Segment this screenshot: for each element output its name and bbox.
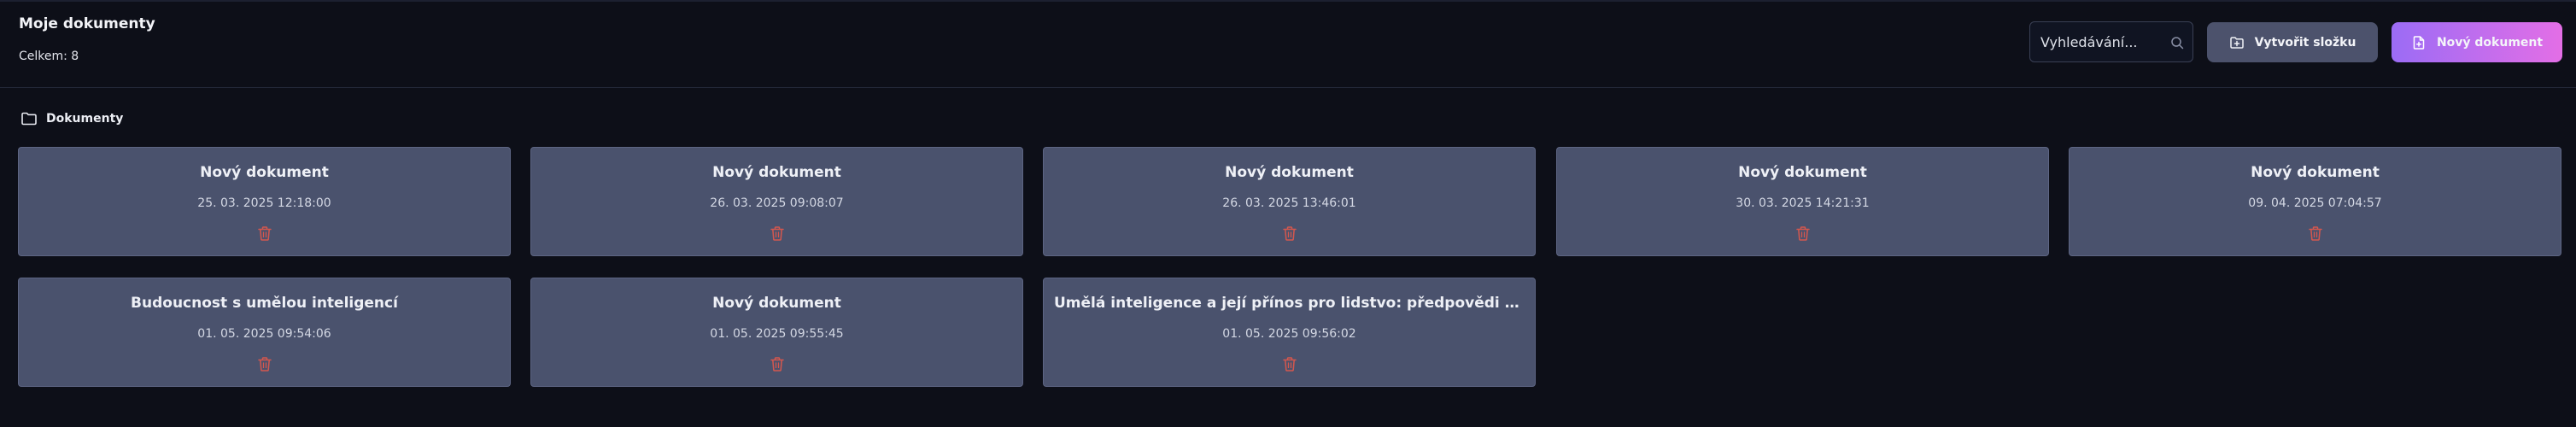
trash-icon[interactable] (770, 225, 785, 242)
document-date: 09. 04. 2025 07:04:57 (2248, 196, 2382, 210)
trash-icon[interactable] (770, 356, 785, 372)
search-input[interactable]: Vyhledávání... (2040, 34, 2167, 50)
document-date: 26. 03. 2025 13:46:01 (1222, 196, 1356, 210)
trash-icon[interactable] (257, 225, 272, 242)
document-date: 26. 03. 2025 09:08:07 (710, 196, 844, 210)
trash-icon[interactable] (1282, 356, 1297, 372)
document-title: Nový dokument (2251, 164, 2380, 181)
new-document-label: Nový dokument (2436, 35, 2544, 50)
document-date: 01. 05. 2025 09:55:45 (710, 327, 844, 341)
document-card[interactable]: Nový dokument 26. 03. 2025 13:46:01 (1043, 147, 1536, 256)
document-date: 01. 05. 2025 09:54:06 (197, 327, 331, 341)
new-document-button[interactable]: Nový dokument (2392, 22, 2562, 62)
document-card[interactable]: Nový dokument 26. 03. 2025 09:08:07 (530, 147, 1023, 256)
file-plus-icon (2413, 35, 2425, 50)
document-card[interactable]: Nový dokument 25. 03. 2025 12:18:00 (18, 147, 511, 256)
folder-plus-icon (2229, 36, 2244, 49)
trash-icon[interactable] (2308, 225, 2323, 242)
search-box[interactable]: Vyhledávání... (2029, 21, 2193, 62)
document-title: Nový dokument (1738, 164, 1867, 181)
create-folder-button[interactable]: Vytvořit složku (2207, 22, 2378, 62)
document-title: Nový dokument (1225, 164, 1354, 181)
document-card[interactable]: Umělá inteligence a její přínos pro lids… (1043, 278, 1536, 387)
document-card[interactable]: Nový dokument 30. 03. 2025 14:21:31 (1556, 147, 2049, 256)
breadcrumb-documents[interactable]: Dokumenty (46, 112, 123, 126)
document-date: 01. 05. 2025 09:56:02 (1222, 327, 1356, 341)
trash-icon[interactable] (1795, 225, 1811, 242)
document-card[interactable]: Nový dokument 09. 04. 2025 07:04:57 (2069, 147, 2561, 256)
search-icon[interactable] (2170, 36, 2184, 50)
document-title: Umělá inteligence a její přínos pro lids… (1054, 295, 1525, 312)
trash-icon[interactable] (257, 356, 272, 372)
document-card[interactable]: Budoucnost s umělou inteligencí 01. 05. … (18, 278, 511, 387)
trash-icon[interactable] (1282, 225, 1297, 242)
breadcrumb[interactable]: Dokumenty (20, 111, 123, 126)
header: Moje dokumenty Celkem: 8 Vyhledávání... … (0, 2, 2576, 87)
header-divider (0, 87, 2576, 88)
document-title: Budoucnost s umělou inteligencí (131, 295, 398, 312)
document-date: 25. 03. 2025 12:18:00 (197, 196, 331, 210)
create-folder-label: Vytvořit složku (2254, 35, 2356, 50)
document-card[interactable]: Nový dokument 01. 05. 2025 09:55:45 (530, 278, 1023, 387)
document-count: Celkem: 8 (19, 50, 79, 63)
app: Moje dokumenty Celkem: 8 Vyhledávání... … (0, 0, 2576, 427)
document-date: 30. 03. 2025 14:21:31 (1736, 196, 1870, 210)
folder-icon (21, 112, 37, 126)
page-title: Moje dokumenty (19, 15, 155, 32)
document-title: Nový dokument (200, 164, 329, 181)
document-title: Nový dokument (712, 164, 841, 181)
document-title: Nový dokument (712, 295, 841, 312)
